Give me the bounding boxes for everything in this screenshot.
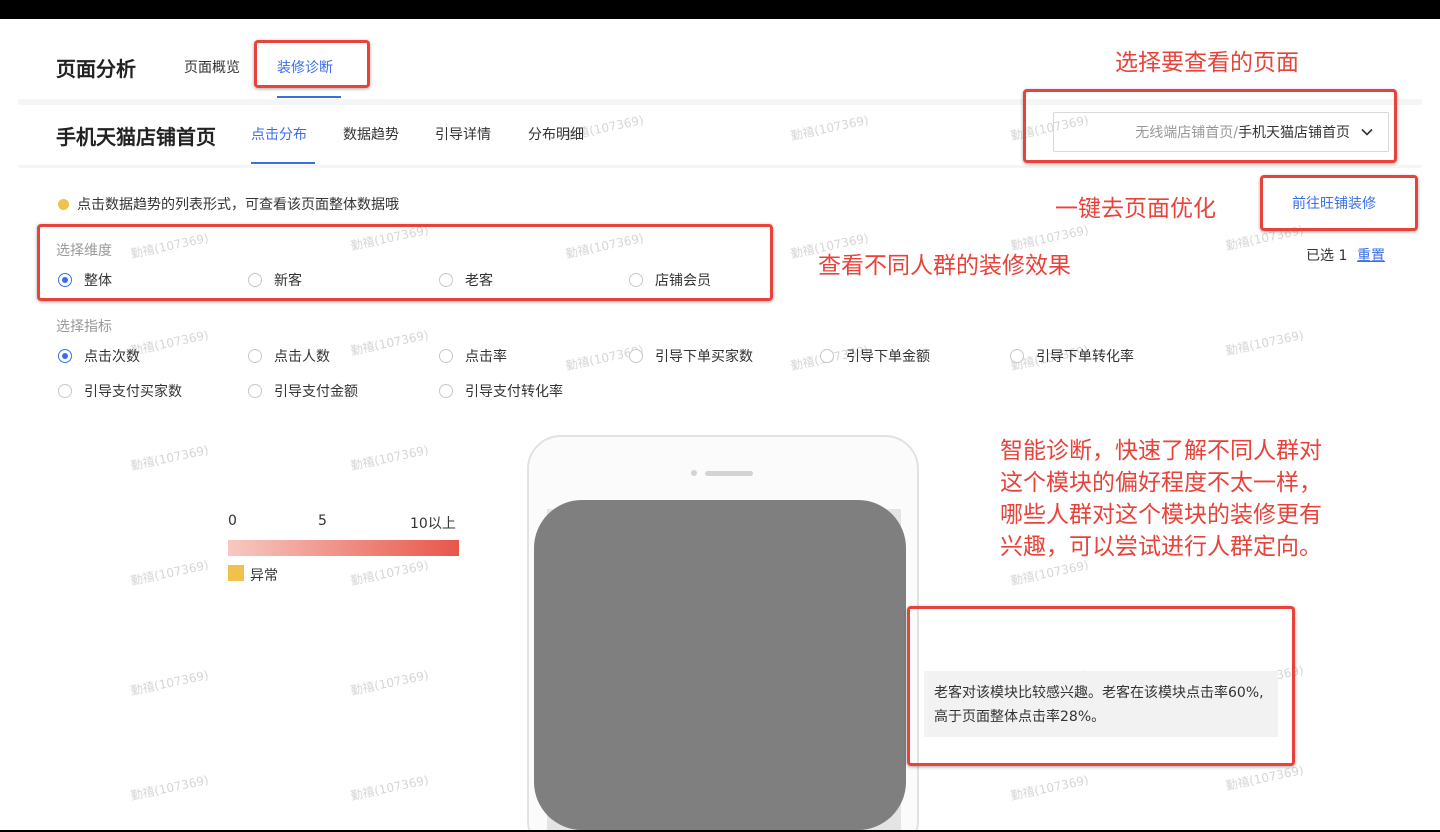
annotation-select-page: 选择要查看的页面 <box>1115 50 1299 76</box>
watermark-text: 勤禧(107369) <box>129 557 210 589</box>
watermark-text: 勤禧(107369) <box>1224 327 1305 359</box>
page: 勤禧(107369) 勤禧(107369) 勤禧(107369) 勤禧(107369)… <box>0 19 1440 830</box>
abnormal-swatch <box>228 565 244 581</box>
legend-tick-max: 10以上 <box>410 516 456 532</box>
reset-button[interactable]: 重置 <box>1357 245 1385 265</box>
tab-guide-detail[interactable]: 引导详情 <box>435 124 491 144</box>
legend-tick-min: 0 <box>228 513 237 529</box>
watermark-text: 勤禧(107369) <box>1009 772 1090 804</box>
annotation-smart-line: 这个模块的偏好程度不太一样， <box>1000 470 1322 496</box>
watermark-text: 勤禧(107369) <box>349 667 430 699</box>
metric-option-pay-buyers[interactable]: 引导支付买家数 <box>58 381 182 401</box>
radio <box>1010 349 1024 363</box>
tab-distribution-detail[interactable]: 分布明细 <box>528 124 584 144</box>
annotation-box-dimension <box>37 224 773 301</box>
metric-option-order-buyers[interactable]: 引导下单买家数 <box>629 346 753 366</box>
annotation-optimize: 一键去页面优化 <box>1055 196 1216 222</box>
watermark-text: 勤禧(107369) <box>349 442 430 474</box>
metric-option-order-conversion[interactable]: 引导下单转化率 <box>1010 346 1134 366</box>
watermark-text: 勤禧(107369) <box>129 442 210 474</box>
metric-option-clicks[interactable]: 点击次数 <box>58 346 140 366</box>
legend-gradient-bar <box>228 540 459 556</box>
tip-icon <box>58 198 69 210</box>
legend-tick-mid: 5 <box>318 513 327 529</box>
metric-option-pay-conversion[interactable]: 引导支付转化率 <box>439 381 563 401</box>
tip: 点击数据趋势的列表形式，可查看该页面整体数据哦 <box>58 194 399 214</box>
abnormal-label: 异常 <box>250 568 278 584</box>
metrics-label: 选择指标 <box>56 319 112 335</box>
annotation-box-insight <box>907 606 1295 766</box>
tab-overview[interactable]: 页面概览 <box>184 57 240 77</box>
radio <box>248 384 262 398</box>
watermark-text: 勤禧(107369) <box>349 327 430 359</box>
annotation-smart-line: 兴趣，可以尝试进行人群定向。 <box>1000 534 1322 560</box>
divider <box>18 165 1422 168</box>
radio <box>820 349 834 363</box>
metric-option-pay-amount[interactable]: 引导支付金额 <box>248 381 358 401</box>
metric-option-order-amount[interactable]: 引导下单金额 <box>820 346 930 366</box>
annotation-box-decorate <box>1260 175 1418 231</box>
watermark-text: 勤禧(107369) <box>129 327 210 359</box>
radio <box>439 384 453 398</box>
page-name: 手机天猫店铺首页 <box>56 125 216 149</box>
tab-data-trend[interactable]: 数据趋势 <box>343 124 399 144</box>
watermark-text: 勤禧(107369) <box>789 112 870 144</box>
metric-option-click-users[interactable]: 点击人数 <box>248 346 330 366</box>
metric-option-click-rate[interactable]: 点击率 <box>439 346 507 366</box>
watermark-text: 勤禧(107369) <box>129 772 210 804</box>
phone-speaker <box>705 471 753 476</box>
radio <box>629 349 643 363</box>
phone-camera <box>691 470 697 476</box>
active-tab-underline <box>277 96 341 98</box>
annotation-smart-line: 智能诊断，快速了解不同人群对 <box>1000 438 1322 464</box>
annotation-box-tab <box>254 40 370 88</box>
radio <box>439 349 453 363</box>
tip-text: 点击数据趋势的列表形式，可查看该页面整体数据哦 <box>77 197 399 213</box>
radio <box>248 349 262 363</box>
annotation-smart-line: 哪些人群对这个模块的装修更有 <box>1000 502 1322 528</box>
watermark-text: 勤禧(107369) <box>129 667 210 699</box>
annotation-smart: 智能诊断，快速了解不同人群对 这个模块的偏好程度不太一样， 哪些人群对这个模块的… <box>1000 435 1322 563</box>
module-heatmap-overlay[interactable] <box>534 500 906 830</box>
watermark-text: 勤禧(107369) <box>349 557 430 589</box>
watermark-text: 勤禧(107369) <box>349 772 430 804</box>
radio-checked <box>58 349 72 363</box>
annotation-box-page-select <box>1023 89 1397 163</box>
radio <box>58 384 72 398</box>
page-title: 页面分析 <box>56 57 136 81</box>
selected-count: 已选 1 <box>1306 248 1348 264</box>
annotation-crowd: 查看不同人群的装修效果 <box>818 253 1071 279</box>
tab-click-distribution[interactable]: 点击分布 <box>251 124 307 144</box>
active-subtab-underline <box>251 162 315 164</box>
